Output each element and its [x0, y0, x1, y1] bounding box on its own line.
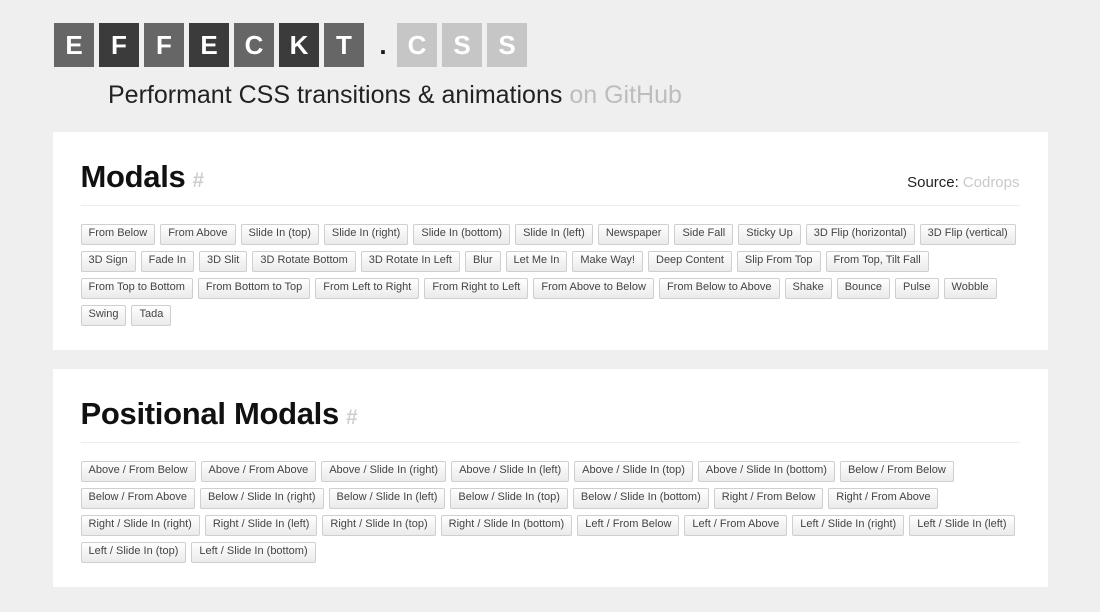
logo-tile-t: T [324, 23, 364, 67]
positional-effect-button[interactable]: Above / Slide In (left) [451, 460, 570, 482]
site-logo: E F F E C K T . C S S [54, 23, 1100, 67]
modals-title: Modals # [80, 158, 205, 194]
positional-effect-button[interactable]: Left / From Below [577, 514, 680, 536]
positional-effect-button[interactable]: Left / Slide In (bottom) [191, 541, 316, 563]
modal-effect-button[interactable]: From Bottom to Top [197, 277, 311, 299]
logo-tile-c1: C [234, 23, 274, 67]
positional-effect-button[interactable]: Above / From Below [80, 460, 196, 482]
positional-button-grid: Above / From Below Above / From Above Abov… [80, 443, 1020, 563]
logo-tile-f1: F [99, 23, 139, 67]
logo-tile-s2: S [487, 23, 527, 67]
modal-effect-button[interactable]: Slip From Top [736, 250, 821, 272]
modal-effect-button[interactable]: From Below [80, 223, 156, 245]
positional-effect-button[interactable]: Right / From Above [828, 487, 939, 509]
modal-effect-button[interactable]: From Right to Left [424, 277, 529, 299]
modal-effect-button[interactable]: 3D Slit [198, 250, 248, 272]
positional-effect-button[interactable]: Left / Slide In (right) [792, 514, 905, 536]
positional-effect-button[interactable]: Left / Slide In (top) [80, 541, 187, 563]
modal-effect-button[interactable]: Swing [80, 304, 127, 326]
modal-effect-button[interactable]: 3D Sign [80, 250, 136, 272]
positional-effect-button[interactable]: Below / From Below [839, 460, 954, 482]
positional-effect-button[interactable]: Above / Slide In (top) [574, 460, 693, 482]
modals-source-label: Source: [907, 173, 959, 191]
modal-effect-button[interactable]: Let Me In [505, 250, 568, 272]
modals-title-text: Modals [80, 158, 186, 194]
modal-effect-button[interactable]: Slide In (bottom) [413, 223, 511, 245]
modal-effect-button[interactable]: Side Fall [674, 223, 734, 245]
modal-effect-button[interactable]: From Above [160, 223, 236, 245]
positional-effect-button[interactable]: Above / Slide In (bottom) [697, 460, 835, 482]
modals-header: Modals # Source: Codrops [80, 158, 1020, 206]
modals-button-grid: From Below From Above Slide In (top) Slide … [80, 206, 1020, 326]
logo-tile-e1: E [54, 23, 94, 67]
positional-effect-button[interactable]: Left / From Above [684, 514, 788, 536]
positional-anchor-icon[interactable]: # [346, 406, 358, 429]
site-tagline: Performant CSS transitions & animations … [54, 81, 1100, 110]
positional-effect-button[interactable]: Right / Slide In (left) [204, 514, 318, 536]
logo-tile-k: K [279, 23, 319, 67]
positional-effect-button[interactable]: Above / From Above [200, 460, 317, 482]
modal-effect-button[interactable]: 3D Flip (horizontal) [805, 223, 915, 245]
positional-title-text: Positional Modals [80, 395, 340, 431]
logo-tile-f2: F [144, 23, 184, 67]
positional-effect-button[interactable]: Below / Slide In (right) [199, 487, 324, 509]
modal-effect-button[interactable]: Pulse [895, 277, 939, 299]
modal-effect-button[interactable]: Blur [464, 250, 501, 272]
modal-effect-button[interactable]: Tada [131, 304, 172, 326]
site-header: E F F E C K T . C S S Performant CSS tra… [0, 0, 1100, 110]
modal-effect-button[interactable]: 3D Rotate In Left [360, 250, 460, 272]
positional-effect-button[interactable]: Right / From Below [713, 487, 824, 509]
modal-effect-button[interactable]: Slide In (right) [323, 223, 409, 245]
positional-effect-button[interactable]: Below / From Above [80, 487, 195, 509]
positional-header: Positional Modals # [80, 395, 1020, 443]
modal-effect-button[interactable]: From Top to Bottom [80, 277, 193, 299]
section-positional-modals: Positional Modals # Above / From Below Abo… [52, 368, 1048, 587]
section-modals: Modals # Source: Codrops From Below From Ab… [52, 131, 1048, 350]
modal-effect-button[interactable]: From Left to Right [315, 277, 420, 299]
modal-effect-button[interactable]: From Below to Above [658, 277, 780, 299]
modal-effect-button[interactable]: Shake [784, 277, 832, 299]
modal-effect-button[interactable]: Make Way! [572, 250, 643, 272]
modals-anchor-icon[interactable]: # [193, 169, 205, 192]
modals-source: Source: Codrops [907, 174, 1019, 191]
logo-dot: . [379, 30, 387, 60]
modal-effect-button[interactable]: 3D Flip (vertical) [919, 223, 1016, 245]
positional-effect-button[interactable]: Below / Slide In (bottom) [572, 487, 709, 509]
github-link[interactable]: on GitHub [569, 81, 682, 109]
positional-effect-button[interactable]: Right / Slide In (right) [80, 514, 200, 536]
modal-effect-button[interactable]: From Above to Below [533, 277, 654, 299]
positional-effect-button[interactable]: Left / Slide In (left) [909, 514, 1015, 536]
positional-effect-button[interactable]: Right / Slide In (top) [322, 514, 436, 536]
tagline-text: Performant CSS transitions & animations [108, 81, 563, 109]
modal-effect-button[interactable]: Slide In (top) [240, 223, 319, 245]
positional-effect-button[interactable]: Below / Slide In (left) [328, 487, 446, 509]
positional-effect-button[interactable]: Above / Slide In (right) [321, 460, 447, 482]
modals-source-link[interactable]: Codrops [963, 174, 1020, 191]
positional-title: Positional Modals # [80, 395, 358, 431]
modal-effect-button[interactable]: Wobble [943, 277, 997, 299]
positional-effect-button[interactable]: Below / Slide In (top) [450, 487, 568, 509]
modal-effect-button[interactable]: From Top, Tilt Fall [825, 250, 929, 272]
modal-effect-button[interactable]: Newspaper [597, 223, 670, 245]
modal-effect-button[interactable]: Bounce [836, 277, 891, 299]
positional-effect-button[interactable]: Right / Slide In (bottom) [440, 514, 573, 536]
logo-tile-s1: S [442, 23, 482, 67]
modal-effect-button[interactable]: Fade In [140, 250, 194, 272]
logo-tile-e2: E [189, 23, 229, 67]
modal-effect-button[interactable]: 3D Rotate Bottom [252, 250, 356, 272]
modal-effect-button[interactable]: Slide In (left) [515, 223, 593, 245]
modal-effect-button[interactable]: Sticky Up [738, 223, 801, 245]
main-content: Modals # Source: Codrops From Below From Ab… [0, 131, 1100, 587]
logo-tile-c2: C [397, 23, 437, 67]
modal-effect-button[interactable]: Deep Content [648, 250, 732, 272]
